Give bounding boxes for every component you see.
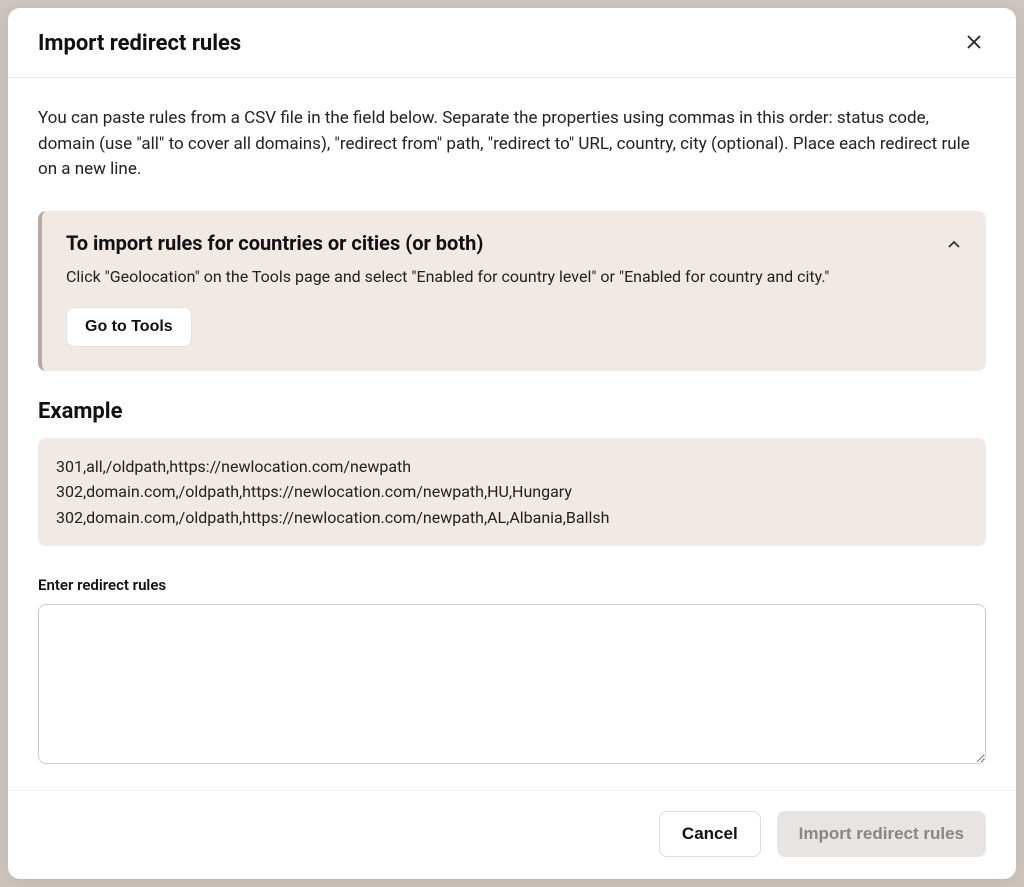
example-title: Example xyxy=(38,399,986,424)
modal-body: You can paste rules from a CSV file in t… xyxy=(8,78,1016,790)
cancel-button[interactable]: Cancel xyxy=(659,811,761,857)
close-button[interactable] xyxy=(962,30,986,57)
modal-header: Import redirect rules xyxy=(8,8,1016,78)
modal-title: Import redirect rules xyxy=(38,31,241,56)
modal-description: You can paste rules from a CSV file in t… xyxy=(38,106,986,183)
callout-text: Click "Geolocation" on the Tools page an… xyxy=(66,265,962,289)
example-block: 301,all,/oldpath,https://newlocation.com… xyxy=(38,438,986,547)
modal-footer: Cancel Import redirect rules xyxy=(8,790,1016,879)
chevron-up-icon xyxy=(946,237,962,253)
callout-title: To import rules for countries or cities … xyxy=(66,231,483,255)
geolocation-callout: To import rules for countries or cities … xyxy=(38,211,986,371)
redirect-rules-input[interactable] xyxy=(38,604,986,764)
callout-header: To import rules for countries or cities … xyxy=(66,231,962,265)
textarea-label: Enter redirect rules xyxy=(38,576,986,594)
collapse-callout-button[interactable] xyxy=(946,231,962,257)
import-redirect-rules-button[interactable]: Import redirect rules xyxy=(777,811,986,857)
import-redirect-modal: Import redirect rules You can paste rule… xyxy=(8,8,1016,879)
close-icon xyxy=(966,34,982,50)
go-to-tools-button[interactable]: Go to Tools xyxy=(66,307,192,347)
